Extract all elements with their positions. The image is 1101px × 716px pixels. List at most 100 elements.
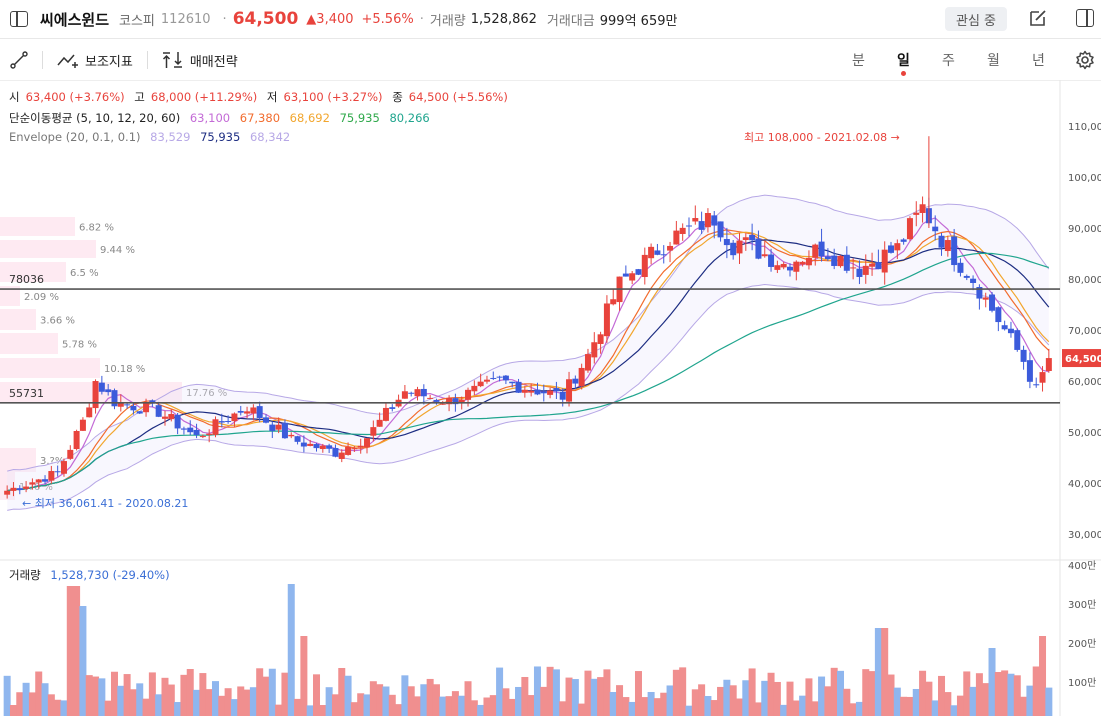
candle-body (244, 411, 251, 414)
candle-body (250, 407, 257, 414)
period-day-tab[interactable]: 일 (881, 50, 926, 76)
candle-body (610, 299, 617, 305)
sidebar-toggle-icon[interactable] (10, 11, 28, 27)
candle-body (136, 411, 143, 414)
volume-bar (1013, 675, 1021, 716)
candle-body (483, 379, 490, 382)
candle-body (92, 381, 99, 409)
period-week-tab[interactable]: 주 (926, 50, 971, 70)
indicator-button[interactable]: 보조지표 (57, 51, 133, 70)
candle-body (180, 428, 187, 430)
envelope-legend[interactable]: Envelope (20, 0.1, 0.1) 83,529 75,935 68… (9, 130, 296, 144)
volume-bar (653, 698, 661, 716)
candle-body (805, 257, 812, 266)
volume-bar (237, 686, 245, 716)
volume-bar (3, 675, 11, 716)
candle-body (408, 392, 415, 394)
horizontal-line-label: 55731 (9, 387, 44, 400)
volume-bar (199, 673, 207, 716)
candle-body (263, 417, 269, 423)
candle-body (420, 388, 427, 397)
candle-body (313, 444, 320, 449)
volume-bar (1032, 666, 1040, 716)
volume-bar (590, 678, 598, 716)
close-label: 종 (392, 90, 403, 104)
volume-bar (849, 703, 857, 716)
settings-gear-icon[interactable] (1075, 50, 1095, 70)
candle-body (540, 391, 547, 394)
candle-body (389, 407, 396, 409)
current-price: 64,500 (232, 9, 299, 29)
candle-body (818, 241, 825, 257)
volume-bar (464, 681, 472, 716)
candle-body (401, 391, 408, 399)
candle-body (326, 445, 333, 449)
candle-body (168, 414, 175, 420)
volume-bar (698, 684, 706, 716)
candle-body (67, 449, 74, 459)
volume-bar (300, 636, 308, 716)
candle-body (957, 262, 964, 273)
candle-body (566, 379, 573, 402)
volume-bar (28, 692, 36, 716)
candle-body (843, 254, 850, 271)
candle-body (711, 215, 718, 226)
volume-profile-label: 6.82 % (79, 223, 114, 234)
period-year-tab[interactable]: 년 (1016, 50, 1061, 70)
volume-bar (92, 676, 100, 716)
volume-bar (767, 672, 775, 716)
period-month-tab[interactable]: 월 (971, 50, 1016, 70)
price-chart[interactable]: 6.82 % 9.44 % 6.5 % 2.09 % 3.66 % 5.78 % 10.18… (0, 80, 1101, 716)
volume-bar (142, 698, 150, 716)
candle-body (667, 245, 674, 251)
candle-body (528, 390, 535, 393)
volume-bar (969, 686, 977, 716)
watchlist-button[interactable]: 관심 중 (945, 7, 1007, 31)
period-minute-tab[interactable]: 분 (836, 50, 881, 70)
volume-bar (571, 679, 579, 716)
ma-legend[interactable]: 단순이동평균 (5, 10, 12, 20, 60) 63,100 67,380… (9, 110, 436, 126)
candle-body (35, 479, 42, 483)
volume-bar (855, 701, 863, 716)
candle-body (288, 434, 295, 437)
volume-bar (925, 681, 933, 716)
volume-bar (268, 668, 276, 716)
candle-body (622, 273, 629, 277)
volume-bar (634, 671, 642, 716)
volume-bar (357, 693, 365, 716)
volume-bar (262, 676, 270, 716)
candle-body (572, 378, 579, 384)
volume-bar (98, 678, 106, 716)
candle-body (685, 225, 692, 227)
trading-strategy-button[interactable]: 매매전략 (162, 51, 238, 70)
candle-body (351, 448, 358, 450)
amount-value: 999억 659만 (599, 13, 678, 29)
toolbar-divider (42, 51, 43, 69)
volume-legend-value: 1,528,730 (-29.40%) (50, 568, 170, 582)
candle-body (584, 354, 591, 371)
volume-legend: 거래량 1,528,730 (-29.40%) (9, 567, 176, 583)
volume-bar (735, 698, 743, 716)
volume-bar (546, 666, 554, 716)
candle-body (48, 471, 55, 481)
volume-bar (306, 705, 314, 716)
edit-icon[interactable] (1028, 8, 1048, 28)
volume-bar (483, 697, 491, 716)
drawing-tool-icon[interactable] (10, 51, 28, 69)
volume-bar (893, 687, 901, 716)
candle-body (812, 244, 819, 258)
right-panel-toggle-icon[interactable] (1076, 9, 1094, 27)
volume-bar (230, 699, 238, 716)
candle-body (382, 407, 389, 421)
envelope-fill (7, 195, 1049, 511)
volume-bar (647, 691, 655, 716)
candle-body (414, 389, 421, 397)
volume-bar (1007, 673, 1015, 716)
candle-body (673, 230, 680, 245)
volume-bar (110, 671, 118, 716)
ma60-value: 80,266 (389, 111, 430, 125)
candle-body (906, 218, 913, 240)
ma10-value: 67,380 (239, 111, 281, 125)
candle-body (951, 236, 958, 266)
volume-bar (641, 697, 649, 716)
